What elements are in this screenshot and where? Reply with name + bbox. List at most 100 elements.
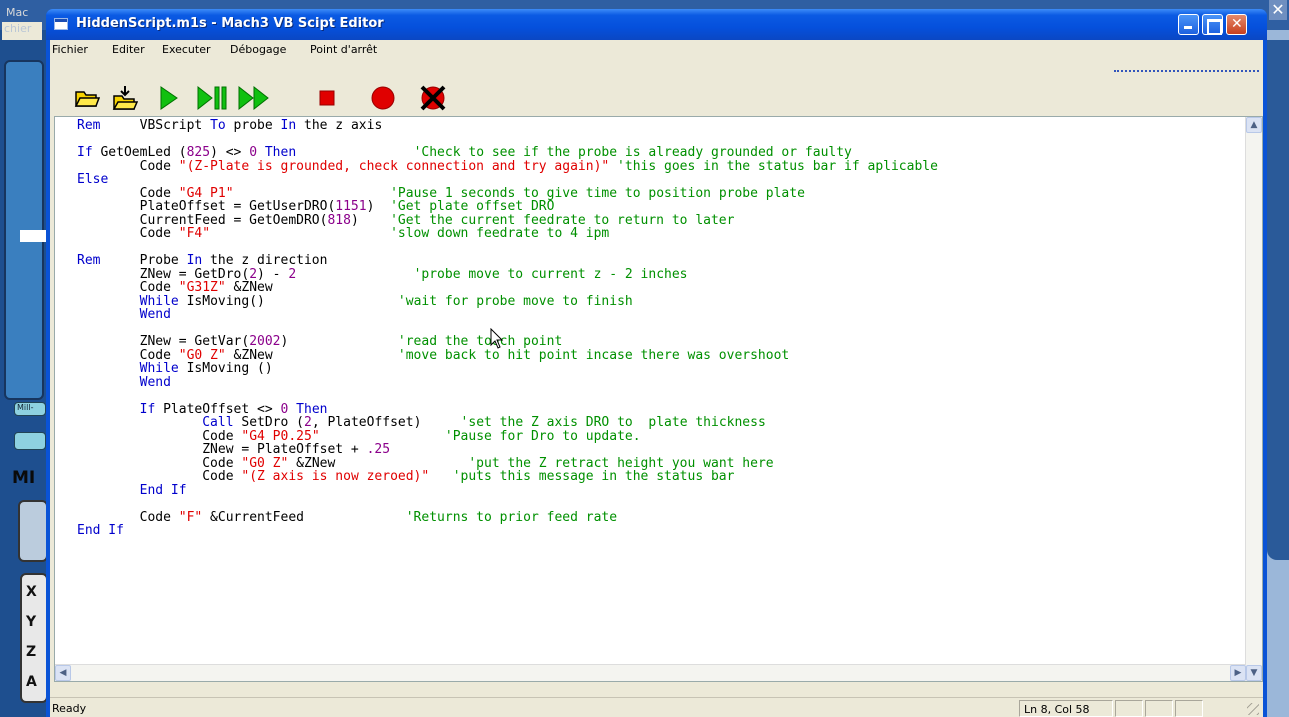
code-line[interactable]: Code "F4" 'slow down feedrate to 4 ipm	[77, 227, 938, 241]
code-line[interactable]: Code "G4 P1" 'Pause 1 seconds to give ti…	[77, 185, 938, 201]
code-line[interactable]	[77, 241, 938, 255]
code-line[interactable]: Call SetDro (2, PlateOffset) 'set the Z …	[77, 416, 938, 430]
code-token: "(Z axis is now zeroed)"	[241, 469, 430, 484]
code-line[interactable]: While IsMoving ()	[77, 362, 938, 376]
code-line[interactable]: Code "G0 Z" &ZNew 'move back to hit poin…	[77, 347, 938, 363]
code-token: 2	[304, 415, 312, 430]
code-line[interactable]: CurrentFeed = GetOemDRO(818) 'Get the cu…	[77, 212, 938, 228]
background-close-icon[interactable]: ✕	[1269, 0, 1287, 20]
code-token: "F4"	[178, 226, 211, 241]
step-pause-icon	[196, 85, 230, 111]
code-token: 'read the touch point	[397, 334, 563, 349]
scroll-down-icon[interactable]: ▼	[1246, 665, 1262, 681]
menu-point-arret[interactable]: Point d'arrêt	[310, 43, 377, 56]
code-token: ) <>	[210, 145, 250, 160]
code-line[interactable]: Code "F" &CurrentFeed 'Returns to prior …	[77, 509, 938, 525]
code-line[interactable]: Else	[77, 173, 938, 187]
run-button[interactable]	[154, 83, 184, 113]
code-line[interactable]: While IsMoving() 'wait for probe move to…	[77, 293, 938, 309]
code-token: "F"	[178, 509, 203, 525]
code-token: CurrentFeed = GetOemDRO(	[77, 212, 328, 228]
step-button[interactable]	[196, 83, 230, 113]
code-token: Code	[77, 158, 179, 174]
code-line[interactable]: End If	[77, 524, 938, 538]
code-token: 'put the Z retract height you want here	[468, 455, 774, 471]
code-token: 1151	[335, 199, 367, 214]
code-token: &ZNew	[288, 455, 469, 471]
vertical-scrollbar[interactable]: ▲ ▼	[1245, 117, 1262, 681]
code-token: PlateOffset <>	[155, 401, 281, 417]
code-line[interactable]: Wend	[77, 375, 938, 390]
code-line[interactable]: Rem VBScript To probe In the z axis	[77, 119, 938, 133]
code-line[interactable]: Wend	[77, 308, 938, 322]
code-line[interactable]: ZNew = GetDro(2) - 2 'probe move to curr…	[77, 266, 938, 282]
status-pane	[1115, 700, 1143, 717]
background-side-label: MI	[12, 468, 36, 488]
open-button[interactable]	[72, 83, 102, 113]
code-line[interactable]: ZNew = GetVar(2002) 'read the touch poin…	[77, 335, 938, 349]
clear-breakpoint-icon	[419, 84, 447, 112]
scroll-left-icon[interactable]: ◀	[55, 665, 71, 681]
code-token: 'move back to hit point incase there was…	[397, 347, 790, 363]
title-bar[interactable]: HiddenScript.m1s - Mach3 VB Scipt Editor	[46, 9, 1267, 40]
menu-editer[interactable]: Editer	[112, 43, 145, 56]
code-line[interactable]: Code "G4 P0.25" 'Pause for Dro to update…	[77, 428, 938, 444]
dotted-separator	[1114, 70, 1259, 72]
code-token: 'probe move to current z - 2 inches	[413, 266, 688, 282]
resize-grip-icon[interactable]	[1247, 703, 1259, 715]
save-button[interactable]	[110, 83, 140, 113]
window-title: HiddenScript.m1s - Mach3 VB Scipt Editor	[76, 16, 384, 31]
stop-button[interactable]	[312, 83, 342, 113]
background-mill-pill: Mill-	[14, 402, 46, 416]
code-line[interactable]: Rem Probe In the z direction	[77, 254, 938, 268]
code-token: "G0 Z"	[178, 347, 226, 363]
code-token: If	[77, 145, 93, 160]
menu-executer[interactable]: Executer	[162, 43, 211, 56]
code-line[interactable]: End If	[77, 483, 938, 498]
code-token: Rem	[77, 253, 101, 268]
background-axis-z: Z	[26, 644, 37, 660]
code-token: 'Pause for Dro to update.	[444, 428, 641, 444]
code-token: &ZNew	[225, 280, 273, 295]
code-line[interactable]	[77, 389, 938, 403]
code-line[interactable]	[77, 133, 938, 147]
cursor-position: Ln 8, Col 58	[1019, 700, 1113, 717]
code-token: 0	[249, 145, 258, 160]
code-editor[interactable]: Rem VBScript To probe In the z axis If G…	[54, 116, 1263, 682]
background-menu-fragment: Mac	[6, 6, 29, 19]
scroll-right-icon[interactable]: ▶	[1230, 665, 1246, 681]
code-lines[interactable]: Rem VBScript To probe In the z axis If G…	[77, 119, 938, 538]
horizontal-scrollbar[interactable]: ◀ ▶	[55, 664, 1246, 681]
code-line[interactable]: Code "G31Z" &ZNew	[77, 281, 938, 295]
code-line[interactable]: If GetOemLed (825) <> 0 Then 'Check to s…	[77, 146, 938, 160]
code-line[interactable]: If PlateOffset <> 0 Then	[77, 401, 938, 417]
code-line[interactable]	[77, 497, 938, 511]
code-line[interactable]: PlateOffset = GetUserDRO(1151) 'Get plat…	[77, 200, 938, 214]
code-line[interactable]: Code "(Z-Plate is grounded, check connec…	[77, 158, 938, 174]
code-line[interactable]	[77, 322, 938, 336]
close-button[interactable]	[1226, 14, 1247, 35]
code-token: 'Check to see if the probe is already gr…	[413, 145, 852, 160]
menu-fichier[interactable]: Fichier	[52, 43, 88, 56]
code-token: While	[139, 293, 179, 309]
breakpoint-button[interactable]	[368, 83, 398, 113]
maximize-button[interactable]	[1202, 14, 1223, 35]
minimize-button[interactable]	[1178, 14, 1199, 35]
code-token: Code	[77, 455, 242, 471]
code-line[interactable]: ZNew = PlateOffset + .25	[77, 443, 938, 457]
code-line[interactable]: Code "G0 Z" &ZNew 'put the Z retract hei…	[77, 455, 938, 471]
code-token: GetOemLed (	[92, 145, 187, 160]
code-line[interactable]: Code "(Z axis is now zeroed)" 'puts this…	[77, 470, 938, 484]
fast-forward-button[interactable]	[238, 83, 270, 113]
code-token: Code	[77, 185, 179, 201]
clear-breakpoint-button[interactable]	[418, 83, 448, 113]
code-token: Rem	[77, 118, 101, 133]
menu-debogage[interactable]: Débogage	[230, 43, 286, 56]
scroll-up-icon[interactable]: ▲	[1246, 117, 1262, 133]
code-token: Code	[77, 226, 179, 241]
code-token: Probe	[100, 253, 187, 268]
